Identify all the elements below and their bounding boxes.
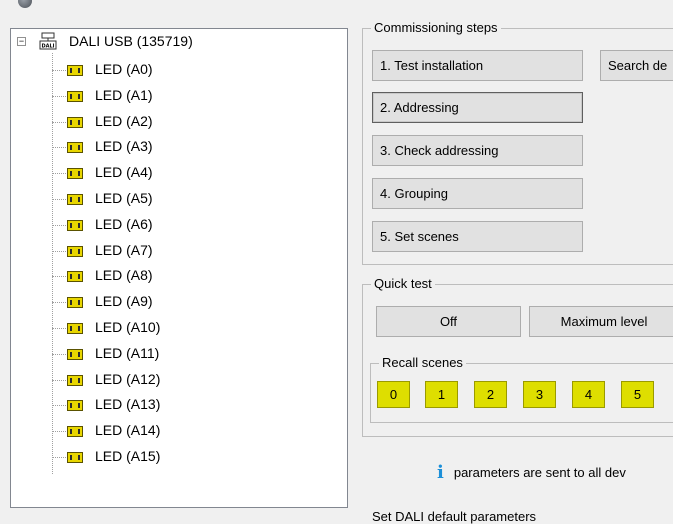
tree-item-led[interactable]: LED (A10) — [95, 319, 160, 335]
led-device-icon — [67, 400, 83, 412]
led-device-icon — [67, 297, 83, 309]
tree-item-led[interactable]: LED (A14) — [95, 422, 160, 438]
recall-scenes-group: Recall scenes 0 1 2 3 4 5 — [370, 355, 673, 423]
tree-connector — [52, 199, 68, 200]
tree-item-led[interactable]: LED (A13) — [95, 396, 160, 412]
led-device-icon — [67, 245, 83, 257]
recall-scenes-legend: Recall scenes — [379, 355, 466, 370]
tree-item-led[interactable]: LED (A4) — [95, 164, 153, 180]
test-installation-button[interactable]: 1. Test installation — [372, 50, 583, 81]
default-parameters-label: Set DALI default parameters — [372, 509, 537, 524]
search-devices-button[interactable]: Search de — [600, 50, 673, 81]
tree-connector — [52, 328, 68, 329]
tree-item-led[interactable]: LED (A3) — [95, 138, 153, 154]
tree-connector — [52, 457, 68, 458]
tree-item-led[interactable]: LED (A5) — [95, 190, 153, 206]
tree-connector — [52, 121, 68, 123]
led-device-icon — [67, 65, 83, 76]
device-tree[interactable]: − DALI DALI USB (135719) LED (A0) LED (A1… — [10, 28, 348, 508]
led-device-icon — [67, 374, 83, 386]
tree-item-led[interactable]: LED (A1) — [95, 87, 153, 103]
scene-0-button[interactable]: 0 — [377, 381, 410, 408]
tree-connector — [52, 379, 68, 381]
tree-item-led[interactable]: LED (A15) — [95, 448, 160, 464]
scene-3-button[interactable]: 3 — [523, 381, 556, 408]
led-device-icon — [67, 271, 83, 283]
tree-item-led[interactable]: LED (A8) — [95, 267, 153, 283]
off-button[interactable]: Off — [376, 306, 521, 337]
led-device-icon — [67, 168, 83, 180]
info-message: i parameters are sent to all dev — [437, 462, 626, 483]
info-icon: i — [437, 462, 444, 483]
tree-item-led[interactable]: LED (A2) — [95, 113, 153, 129]
tree-connector — [52, 173, 68, 175]
commissioning-steps-group: Commissioning steps 1. Test installation… — [362, 20, 673, 265]
grouping-button[interactable]: 4. Grouping — [372, 178, 583, 209]
dali-usb-icon: DALI — [39, 32, 57, 50]
led-device-icon — [67, 194, 83, 205]
info-text: parameters are sent to all dev — [453, 465, 626, 480]
svg-text:DALI: DALI — [41, 44, 54, 50]
tree-item-led[interactable]: LED (A6) — [95, 216, 153, 232]
tree-connector — [52, 95, 68, 97]
scene-4-button[interactable]: 4 — [572, 381, 605, 408]
top-strip — [0, 0, 673, 18]
addressing-button[interactable]: 2. Addressing — [372, 92, 583, 123]
collapse-toggle-icon[interactable]: − — [17, 37, 26, 46]
tree-connector — [52, 147, 68, 149]
tree-connector — [52, 431, 68, 433]
tree-item-led[interactable]: LED (A0) — [95, 61, 153, 77]
tree-connector — [52, 53, 53, 474]
tree-item-led[interactable]: LED (A12) — [95, 371, 160, 387]
scene-1-button[interactable]: 1 — [425, 381, 458, 408]
maximum-level-button[interactable]: Maximum level — [529, 306, 673, 337]
set-scenes-button[interactable]: 5. Set scenes — [372, 221, 583, 252]
check-addressing-button[interactable]: 3. Check addressing — [372, 135, 583, 166]
tree-connector — [52, 353, 68, 355]
tree-connector — [52, 276, 68, 278]
led-device-icon — [67, 90, 83, 102]
led-device-icon — [67, 452, 83, 463]
led-device-icon — [67, 323, 83, 334]
quick-test-legend: Quick test — [371, 276, 435, 291]
quick-test-group: Quick test Off Maximum level Recall scen… — [362, 276, 673, 437]
tree-connector — [52, 70, 68, 71]
commissioning-steps-legend: Commissioning steps — [371, 20, 501, 35]
tree-connector — [52, 302, 68, 304]
tree-connector — [52, 405, 68, 407]
led-device-icon — [67, 142, 83, 154]
tree-connector — [52, 224, 68, 226]
scene-5-button[interactable]: 5 — [621, 381, 654, 408]
led-device-icon — [67, 116, 83, 128]
led-device-icon — [67, 219, 83, 231]
tree-item-led[interactable]: LED (A7) — [95, 242, 153, 258]
led-device-icon — [67, 426, 83, 438]
tree-item-led[interactable]: LED (A9) — [95, 293, 153, 309]
led-device-icon — [67, 348, 83, 360]
tree-root-label[interactable]: DALI USB (135719) — [69, 33, 193, 49]
app-logo-icon — [18, 0, 32, 8]
scene-2-button[interactable]: 2 — [474, 381, 507, 408]
tree-item-led[interactable]: LED (A11) — [95, 345, 159, 361]
tree-connector — [52, 250, 68, 252]
